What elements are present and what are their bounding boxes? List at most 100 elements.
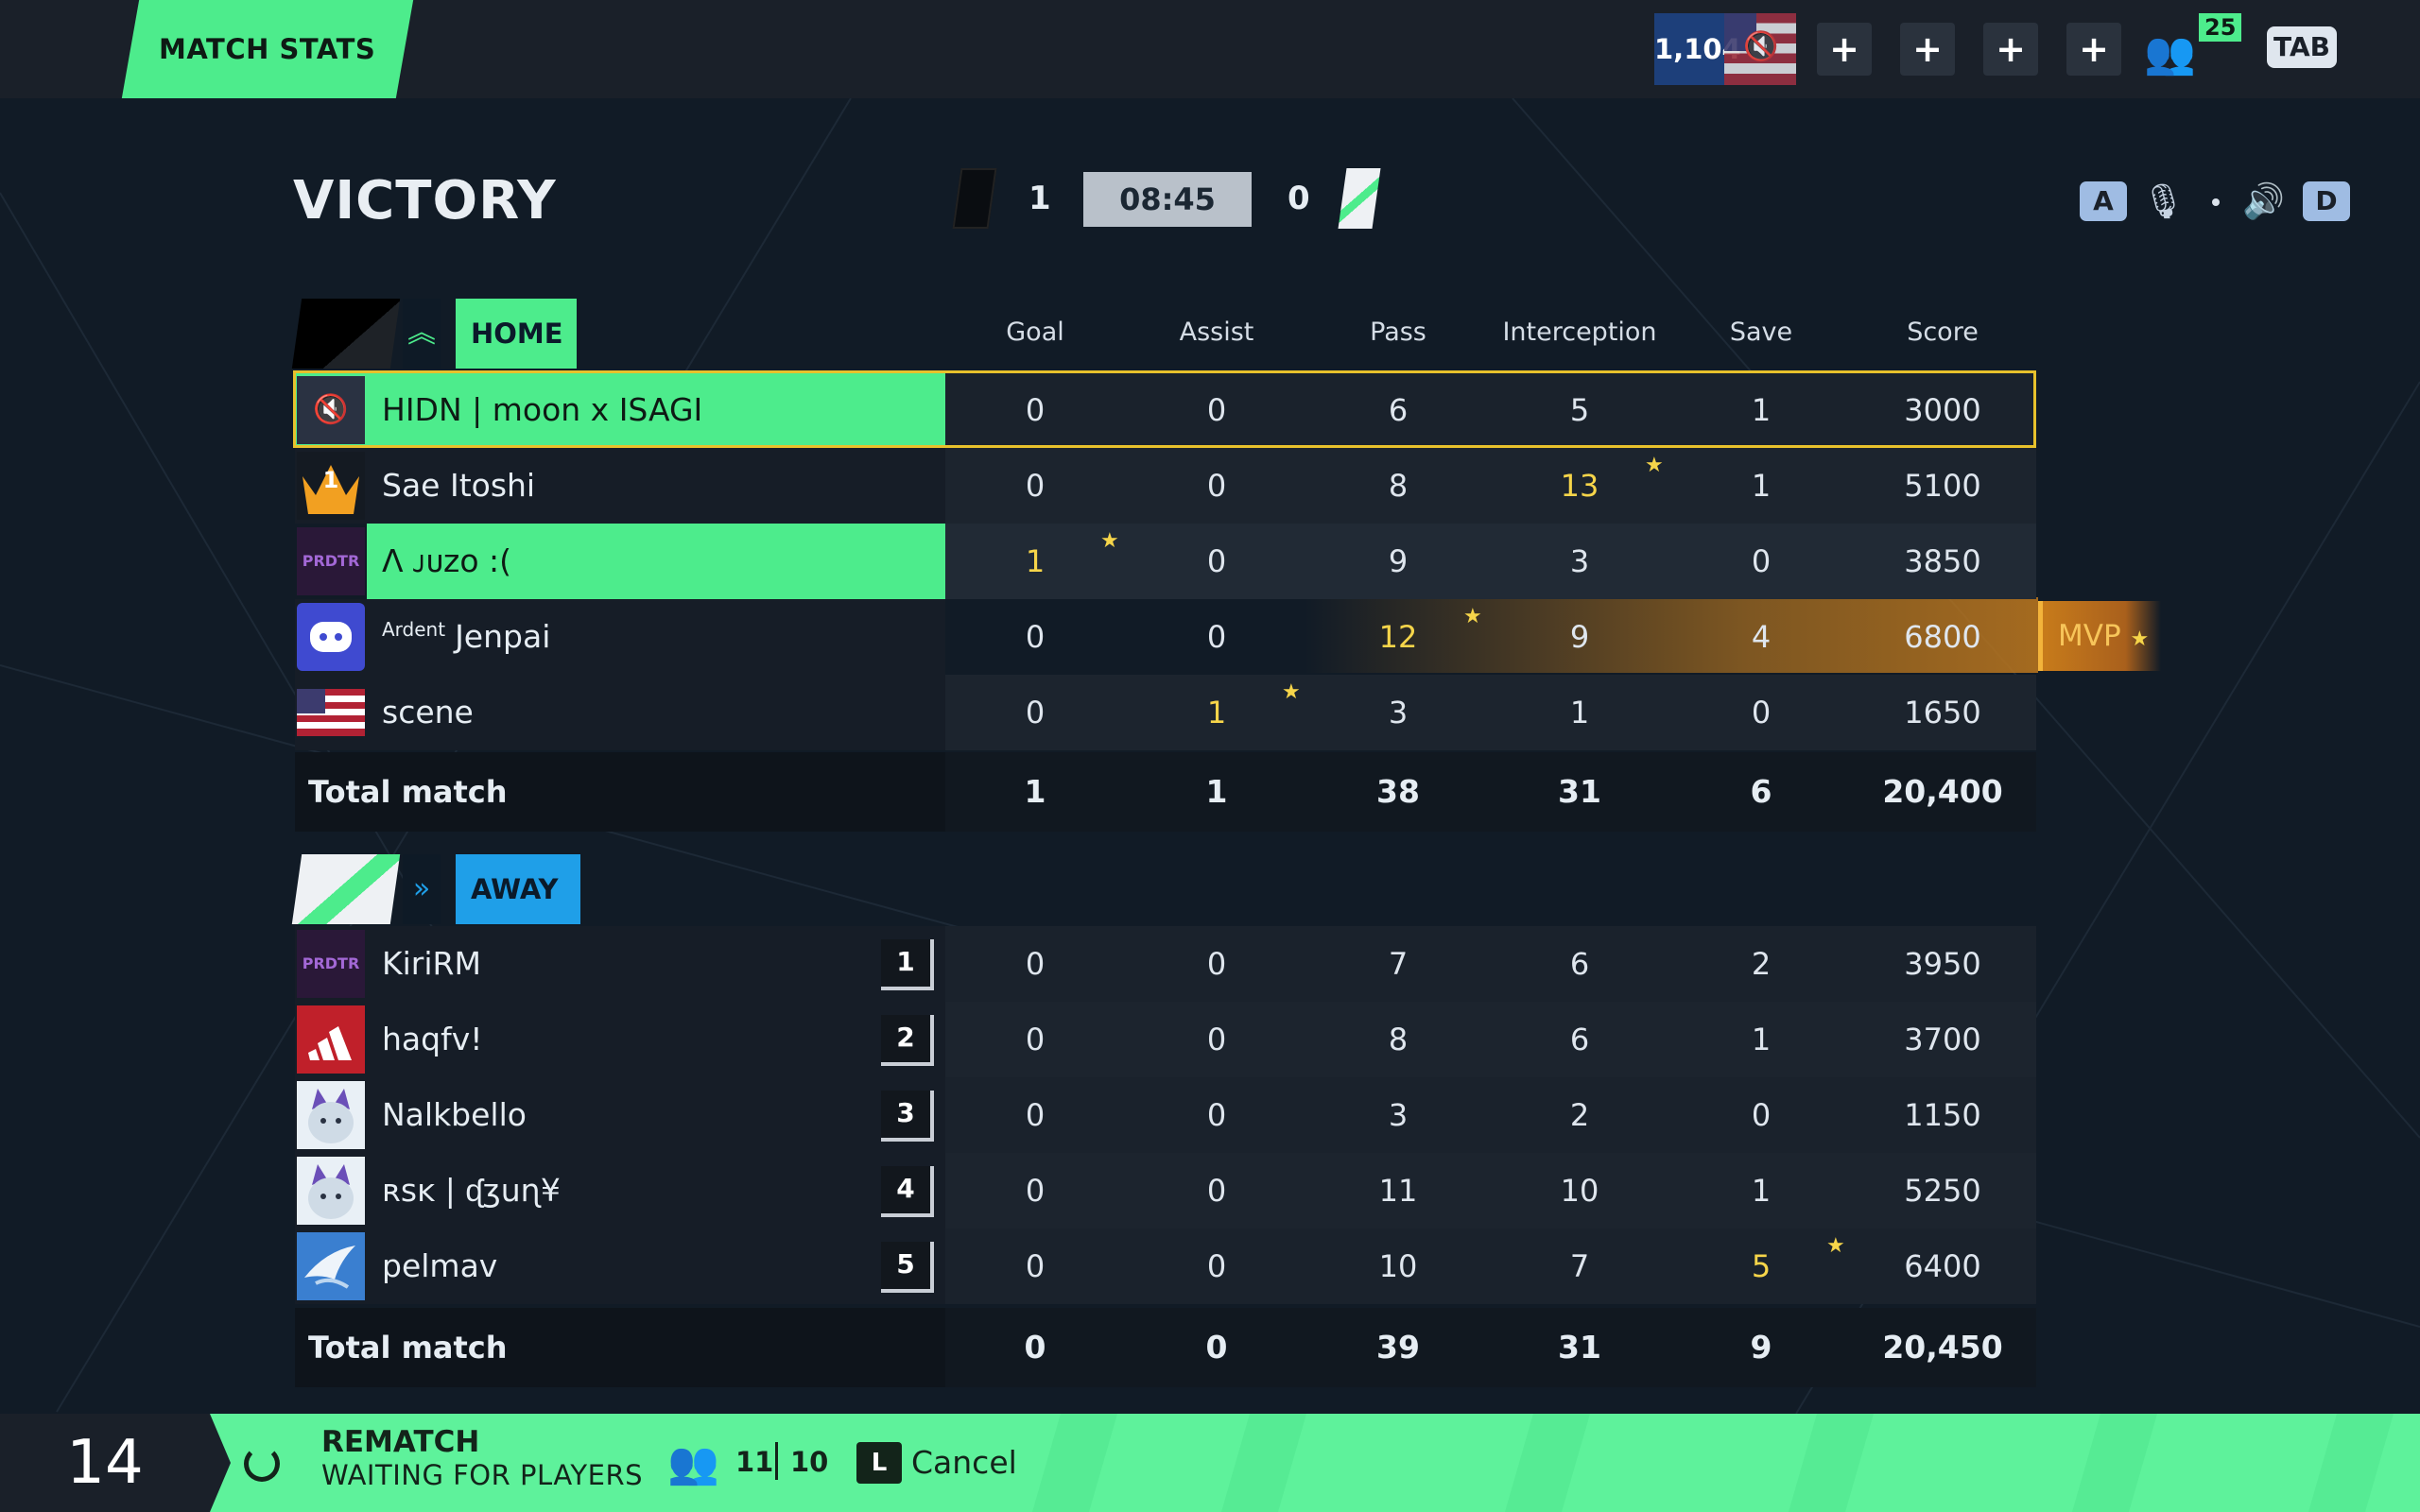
score-cell: 1650 [1904,695,1981,730]
cancel-button[interactable]: Cancel [911,1444,1017,1481]
pass-cell: 8 [1388,1022,1409,1057]
home-team-label: HOME [456,299,577,369]
score-cell: 6400 [1904,1248,1981,1284]
assist-cell: 0 [1206,1248,1227,1284]
table-row[interactable]: scene 0 1 ★ 3 1 0 1650 [295,675,2036,750]
goal-cell: 0 [1025,946,1046,982]
loading-spinner-icon [244,1446,280,1482]
mvp-badge: MVP ★ [2038,601,2161,671]
player-name: Ardent Jenpai [382,599,550,675]
pass-cell: 11 [1378,1173,1418,1209]
total-assist: 1 [1205,773,1228,810]
score-cell: 3950 [1904,946,1981,982]
save-cell: 0 [1751,1097,1772,1133]
star-icon: ★ [1826,1234,1845,1258]
player-name: Sae Itoshi [382,467,536,504]
cat-avatar-icon [297,1081,365,1149]
away-team-badge [1338,168,1381,229]
interception-cell: 7 [1569,1248,1590,1284]
save-cell: 5 [1751,1248,1772,1284]
player-name: scene [382,694,474,730]
cancel-key-icon[interactable]: L [856,1442,902,1484]
table-row[interactable]: ʀsᴋ | ᶑʒuɳ¥ 4 0 0 11 10 1 5250 [295,1153,2036,1228]
countdown-arrow [210,1414,231,1512]
table-row[interactable]: PRDTR Λ ᴊᴜᴢᴏ :( 1 ★ 0 9 3 0 3850 [295,524,2036,599]
discord-avatar-icon [297,603,365,671]
assist-cell: 0 [1206,946,1227,982]
total-pass: 38 [1376,773,1420,810]
rank-badge: 5 [881,1242,934,1293]
mic-muted-icon[interactable]: 🎙 [2142,181,2186,221]
table-row[interactable]: PRDTR KiriRM 1 0 0 7 6 2 3950 [295,926,2036,1002]
star-icon: ★ [2130,627,2150,651]
goal-cell: 0 [1025,392,1046,428]
add-button-3[interactable]: + [1983,23,2038,76]
us-flag-icon [297,689,365,736]
home-team-badge [952,168,997,229]
add-button-2[interactable]: + [1900,23,1955,76]
add-button-4[interactable]: + [2066,23,2121,76]
star-icon: ★ [1282,680,1301,704]
save-cell: 1 [1751,468,1772,504]
table-row[interactable]: 1 Sae Itoshi 0 0 8 13 ★ 1 5100 [295,448,2036,524]
table-row[interactable]: pelmav 5 0 0 10 7 5 ★ 6400 [295,1228,2036,1304]
rank-badge: 3 [881,1091,934,1142]
away-score: 0 [1288,180,1310,217]
coin-count: 1,104 [1654,33,1741,65]
score-cell: 3000 [1904,392,1981,428]
player-name: haqfv! [382,1021,483,1057]
save-cell: 0 [1751,695,1772,730]
column-score: Score [1907,318,1979,347]
tab-key-button[interactable]: TAB [2267,26,2337,68]
total-goal: 0 [1024,1329,1046,1366]
table-row[interactable]: Ardent Jenpai 0 0 12 ★ 9 4 6800 [295,599,2036,675]
away-chevron-icon: » [403,854,441,924]
player-name: KiriRM [382,945,481,982]
column-assist: Assist [1179,318,1254,347]
svg-text:1: 1 [323,467,339,493]
assist-cell: 0 [1206,1173,1227,1209]
interception-cell: 2 [1569,1097,1590,1133]
mute-icon: 🔇 [1743,30,1779,63]
key-d-button[interactable]: D [2303,181,2350,221]
pass-cell: 12 [1378,619,1418,655]
pass-cell: 3 [1388,695,1409,730]
cat-avatar-icon [297,1157,365,1225]
match-stats-tab[interactable]: MATCH STATS [121,0,414,98]
total-save: 9 [1750,1329,1772,1366]
score-cell: 1150 [1904,1097,1981,1133]
party-icon[interactable]: 👥 [2144,28,2196,77]
goal-cell: 0 [1025,1097,1046,1133]
player-name: HIDN | moon x ISAGI [382,391,703,428]
adidas-avatar-icon [297,1005,365,1074]
total-label: Total match [295,752,945,832]
save-cell: 1 [1751,392,1772,428]
match-result: VICTORY [293,170,557,232]
table-row[interactable]: haqfv! 2 0 0 8 6 1 3700 [295,1002,2036,1077]
add-button-1[interactable]: + [1817,23,1872,76]
rematch-title: REMATCH [321,1425,480,1459]
player-name: ʀsᴋ | ᶑʒuɳ¥ [382,1172,561,1209]
assist-cell: 0 [1206,619,1227,655]
player-tag: Ardent [382,618,446,641]
save-cell: 4 [1751,619,1772,655]
rematch-countdown: 14 [0,1414,210,1512]
away-team-label: AWAY [456,854,580,924]
home-total-row: Total match 1 1 38 31 6 20,400 [295,752,2036,832]
interception-cell: 1 [1569,695,1590,730]
interception-cell: 6 [1569,946,1590,982]
total-label: Total match [295,1308,945,1387]
flag-mute-button[interactable]: 🔇 [1724,13,1796,85]
speaker-icon[interactable]: 🔊 [2242,181,2285,221]
pass-cell: 6 [1388,392,1409,428]
predator-avatar-icon: PRDTR [297,930,365,998]
goal-cell: 0 [1025,1022,1046,1057]
key-a-button[interactable]: A [2080,181,2127,221]
table-row[interactable]: Nalkbello 3 0 0 3 2 0 1150 [295,1077,2036,1153]
pass-cell: 8 [1388,468,1409,504]
goal-cell: 0 [1025,468,1046,504]
column-goal: Goal [1006,318,1064,347]
table-row[interactable]: 🔇 HIDN | moon x ISAGI 0 0 6 5 1 3000 [295,372,2036,448]
coin-balance: 1,104 🔇 [1654,13,1796,85]
star-icon: ★ [1645,454,1664,477]
